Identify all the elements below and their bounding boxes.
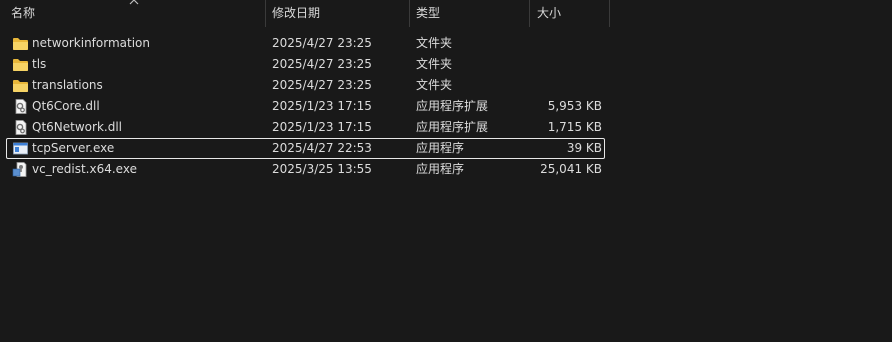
file-name: networkinformation <box>32 36 150 50</box>
column-header-bar: 名称 修改日期 类型 大小 <box>0 0 892 27</box>
exe-icon <box>13 142 28 155</box>
file-size: 5,953 KB <box>547 99 602 113</box>
file-type: 应用程序 <box>416 162 465 176</box>
file-type: 应用程序扩展 <box>416 99 489 113</box>
file-size <box>485 55 602 74</box>
column-header-type[interactable]: 类型 <box>416 0 440 27</box>
file-date: 2025/1/23 17:15 <box>272 120 372 134</box>
file-row[interactable]: Qt6Network.dll 2025/1/23 17:15 应用程序扩展 1,… <box>6 117 605 138</box>
folder-icon <box>13 80 28 92</box>
file-name: tcpServer.exe <box>32 141 115 155</box>
file-size <box>485 34 602 53</box>
file-size: 25,041 KB <box>540 162 602 176</box>
column-divider[interactable] <box>609 0 610 27</box>
installer-icon <box>12 162 27 177</box>
file-size <box>485 76 602 95</box>
file-size: 1,715 KB <box>547 120 602 134</box>
column-header-date[interactable]: 修改日期 <box>272 0 320 27</box>
file-date: 2025/4/27 22:53 <box>272 141 372 155</box>
column-header-name[interactable]: 名称 <box>11 0 35 27</box>
file-date: 2025/3/25 13:55 <box>272 162 372 176</box>
dll-icon <box>15 120 27 135</box>
sort-ascending-icon <box>129 0 139 5</box>
file-name: vc_redist.x64.exe <box>32 162 137 176</box>
file-type: 文件夹 <box>416 78 453 92</box>
file-name: translations <box>32 78 103 92</box>
column-divider[interactable] <box>529 0 530 27</box>
file-row[interactable]: vc_redist.x64.exe 2025/3/25 13:55 应用程序 2… <box>6 159 605 180</box>
dll-icon <box>15 99 27 114</box>
file-row[interactable]: Qt6Core.dll 2025/1/23 17:15 应用程序扩展 5,953… <box>6 96 605 117</box>
column-header-size[interactable]: 大小 <box>537 0 561 27</box>
file-row[interactable]: tls 2025/4/27 23:25 文件夹 <box>6 54 605 75</box>
file-row-selected[interactable]: tcpServer.exe 2025/4/27 22:53 应用程序 39 KB <box>6 138 605 159</box>
file-type: 应用程序扩展 <box>416 120 489 134</box>
column-divider[interactable] <box>409 0 410 27</box>
file-name: Qt6Network.dll <box>32 120 122 134</box>
folder-icon <box>13 59 28 71</box>
file-name: Qt6Core.dll <box>32 99 100 113</box>
file-date: 2025/4/27 23:25 <box>272 78 372 92</box>
column-divider[interactable] <box>265 0 266 27</box>
file-date: 2025/1/23 17:15 <box>272 99 372 113</box>
file-name: tls <box>32 57 47 71</box>
file-type: 应用程序 <box>416 141 465 155</box>
file-row[interactable]: networkinformation 2025/4/27 23:25 文件夹 <box>6 33 605 54</box>
file-row[interactable]: translations 2025/4/27 23:25 文件夹 <box>6 75 605 96</box>
file-type: 文件夹 <box>416 57 453 71</box>
file-size: 39 KB <box>566 141 602 155</box>
file-explorer-view: 名称 修改日期 类型 大小 networkinformation 2025/4/… <box>0 0 892 342</box>
file-date: 2025/4/27 23:25 <box>272 57 372 71</box>
folder-icon <box>13 38 28 50</box>
file-type: 文件夹 <box>416 36 453 50</box>
file-date: 2025/4/27 23:25 <box>272 36 372 50</box>
